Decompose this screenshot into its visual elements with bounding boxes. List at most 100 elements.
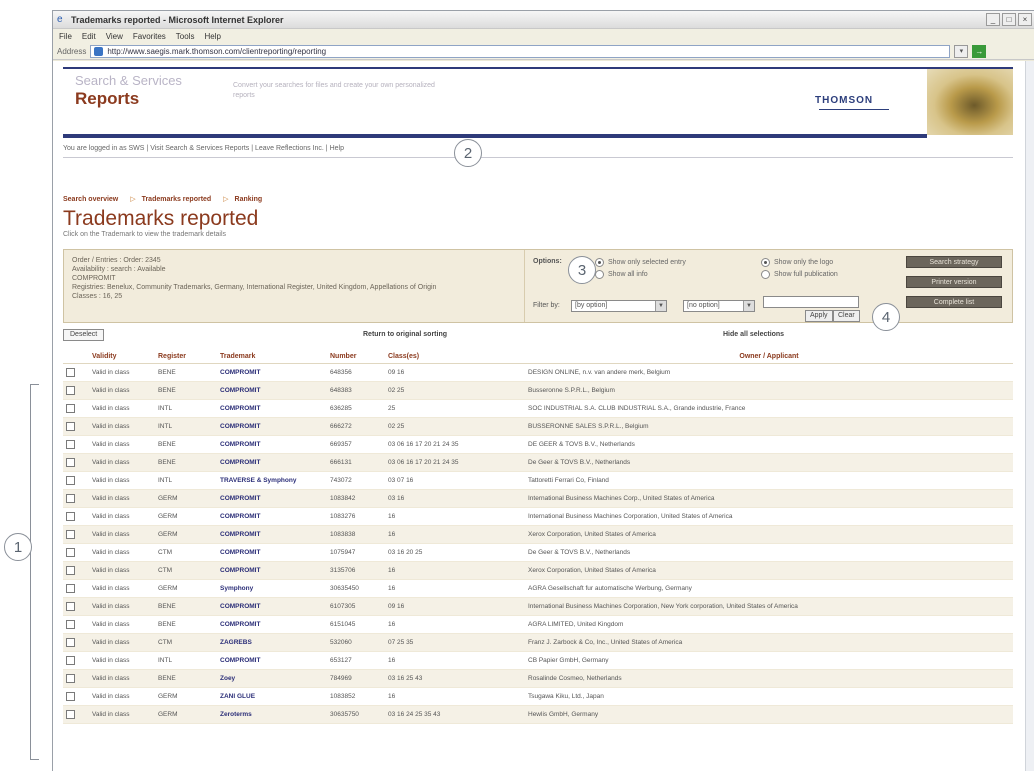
cell-trademark[interactable]: ZANI GLUE	[217, 687, 327, 706]
table-row[interactable]: Valid in class BENE COMPROMIT 666131 03 06 1…	[63, 453, 1013, 472]
col-classes[interactable]: Class(es)	[385, 351, 525, 364]
nav-link-help[interactable]: Help	[330, 145, 344, 152]
chevron-down-icon[interactable]: ▼	[743, 301, 754, 311]
radio-full-publication[interactable]: Show full publication	[761, 270, 838, 279]
cell-trademark[interactable]: COMPROMIT	[217, 543, 327, 562]
row-checkbox[interactable]	[66, 511, 75, 521]
complete-list-button[interactable]: Complete list	[906, 296, 1002, 308]
address-input[interactable]: http://www.saegis.mark.thomson.com/clien…	[90, 44, 951, 58]
breadcrumb-search-overview[interactable]: Search overview	[63, 196, 118, 203]
vertical-scrollbar[interactable]	[1025, 61, 1034, 771]
row-checkbox[interactable]	[66, 691, 75, 701]
close-icon[interactable]: ×	[1018, 13, 1032, 26]
table-row[interactable]: Valid in class GERM COMPROMIT 1083842 03 16 I…	[63, 489, 1013, 508]
table-row[interactable]: Valid in class INTL COMPROMIT 653127 16 CB Pa…	[63, 651, 1013, 670]
address-dropdown-icon[interactable]: ▾	[954, 44, 969, 58]
cell-trademark[interactable]: COMPROMIT	[217, 597, 327, 616]
cell-trademark[interactable]: TRAVERSE & Symphony	[217, 471, 327, 490]
cell-trademark[interactable]: COMPROMIT	[217, 363, 327, 382]
menu-help[interactable]: Help	[204, 32, 220, 41]
row-checkbox[interactable]	[66, 439, 75, 449]
row-checkbox[interactable]	[66, 457, 75, 467]
col-number[interactable]: Number	[327, 351, 385, 364]
table-row[interactable]: Valid in class BENE COMPROMIT 648383 02 25 Bu…	[63, 381, 1013, 400]
table-row[interactable]: Valid in class BENE COMPROMIT 6151045 16 AGRA…	[63, 615, 1013, 634]
maximize-icon[interactable]: □	[1002, 13, 1016, 26]
radio-show-all-info[interactable]: Show all info	[595, 270, 648, 279]
row-checkbox[interactable]	[66, 547, 75, 557]
row-checkbox[interactable]	[66, 673, 75, 683]
cell-trademark[interactable]: Symphony	[217, 579, 327, 598]
table-row[interactable]: Valid in class INTL COMPROMIT 636285 25 SOC I…	[63, 399, 1013, 418]
row-checkbox[interactable]	[66, 385, 75, 395]
row-checkbox[interactable]	[66, 403, 75, 413]
hide-selections-link[interactable]: Hide all selections	[723, 331, 784, 338]
menu-tools[interactable]: Tools	[176, 32, 195, 41]
table-row[interactable]: Valid in class BENE Zoey 784969 03 16 25 43 R…	[63, 669, 1013, 688]
col-owner[interactable]: Owner / Applicant	[525, 351, 1013, 364]
cell-trademark[interactable]: COMPROMIT	[217, 507, 327, 526]
table-row[interactable]: Valid in class GERM Symphony 30635450 16 AGRA…	[63, 579, 1013, 598]
table-row[interactable]: Valid in class BENE COMPROMIT 648356 09 16 DE…	[63, 363, 1013, 382]
table-row[interactable]: Valid in class CTM ZAGREBS 532060 07 25 35 Fr…	[63, 633, 1013, 652]
cell-trademark[interactable]: COMPROMIT	[217, 561, 327, 580]
table-row[interactable]: Valid in class INTL COMPROMIT 666272 02 25 BU…	[63, 417, 1013, 436]
radio-selected-icon[interactable]	[761, 258, 770, 267]
cell-trademark[interactable]: Zeroterms	[217, 705, 327, 724]
table-row[interactable]: Valid in class BENE COMPROMIT 669357 03 06 1…	[63, 435, 1013, 454]
row-checkbox[interactable]	[66, 367, 75, 377]
cell-trademark[interactable]: COMPROMIT	[217, 525, 327, 544]
table-row[interactable]: Valid in class GERM Zeroterms 30635750 03 16…	[63, 705, 1013, 724]
original-sorting-link[interactable]: Return to original sorting	[363, 331, 447, 338]
radio-show-selected[interactable]: Show only selected entry	[595, 258, 686, 267]
radio-unselected-icon[interactable]	[761, 270, 770, 279]
chevron-down-icon[interactable]: ▼	[655, 301, 666, 311]
deselect-button[interactable]: Deselect	[63, 329, 105, 341]
row-checkbox[interactable]	[66, 709, 75, 719]
table-row[interactable]: Valid in class CTM COMPROMIT 1075947 03 16 2…	[63, 543, 1013, 562]
col-register[interactable]: Register	[155, 351, 217, 364]
menu-edit[interactable]: Edit	[82, 32, 96, 41]
nav-link-reports[interactable]: Visit Search & Services Reports	[150, 145, 249, 152]
table-row[interactable]: Valid in class GERM COMPROMIT 1083838 16 Xero…	[63, 525, 1013, 544]
table-row[interactable]: Valid in class CTM COMPROMIT 3135706 16 Xerox…	[63, 561, 1013, 580]
filter-text-input[interactable]	[763, 296, 859, 308]
cell-trademark[interactable]: COMPROMIT	[217, 417, 327, 436]
filter-select-2[interactable]: [no option] ▼	[683, 300, 755, 312]
filter-select-1[interactable]: [by option] ▼	[571, 300, 667, 312]
row-checkbox[interactable]	[66, 565, 75, 575]
cell-trademark[interactable]: COMPROMIT	[217, 435, 327, 454]
cell-trademark[interactable]: ZAGREBS	[217, 633, 327, 652]
search-strategy-button[interactable]: Search strategy	[906, 256, 1002, 268]
go-arrow-icon[interactable]: →	[972, 44, 987, 58]
row-checkbox[interactable]	[66, 421, 75, 431]
table-row[interactable]: Valid in class BENE COMPROMIT 6107305 09 16 I…	[63, 597, 1013, 616]
nav-link-leave[interactable]: Leave Reflections Inc.	[255, 145, 324, 152]
row-checkbox[interactable]	[66, 637, 75, 647]
breadcrumb-ranking[interactable]: Ranking	[235, 196, 263, 203]
col-validity[interactable]: Validity	[89, 351, 155, 364]
row-checkbox[interactable]	[66, 583, 75, 593]
menu-view[interactable]: View	[106, 32, 123, 41]
row-checkbox[interactable]	[66, 493, 75, 503]
cell-trademark[interactable]: COMPROMIT	[217, 651, 327, 670]
row-checkbox[interactable]	[66, 619, 75, 629]
row-checkbox[interactable]	[66, 655, 75, 665]
table-row[interactable]: Valid in class INTL TRAVERSE & Symphony 743…	[63, 471, 1013, 490]
cell-trademark[interactable]: COMPROMIT	[217, 381, 327, 400]
cell-trademark[interactable]: COMPROMIT	[217, 399, 327, 418]
breadcrumb-trademarks-reported[interactable]: Trademarks reported	[142, 196, 212, 203]
row-checkbox[interactable]	[66, 601, 75, 611]
menu-file[interactable]: File	[59, 32, 72, 41]
row-checkbox[interactable]	[66, 529, 75, 539]
cell-trademark[interactable]: COMPROMIT	[217, 489, 327, 508]
table-row[interactable]: Valid in class GERM ZANI GLUE 1083852 16 Tsug…	[63, 687, 1013, 706]
radio-unselected-icon[interactable]	[595, 270, 604, 279]
table-row[interactable]: Valid in class GERM COMPROMIT 1083276 16 Inte…	[63, 507, 1013, 526]
minimize-icon[interactable]: _	[986, 13, 1000, 26]
clear-button[interactable]: Clear	[833, 310, 860, 322]
radio-show-logo[interactable]: Show only the logo	[761, 258, 833, 267]
cell-trademark[interactable]: COMPROMIT	[217, 615, 327, 634]
cell-trademark[interactable]: COMPROMIT	[217, 453, 327, 472]
radio-selected-icon[interactable]	[595, 258, 604, 267]
